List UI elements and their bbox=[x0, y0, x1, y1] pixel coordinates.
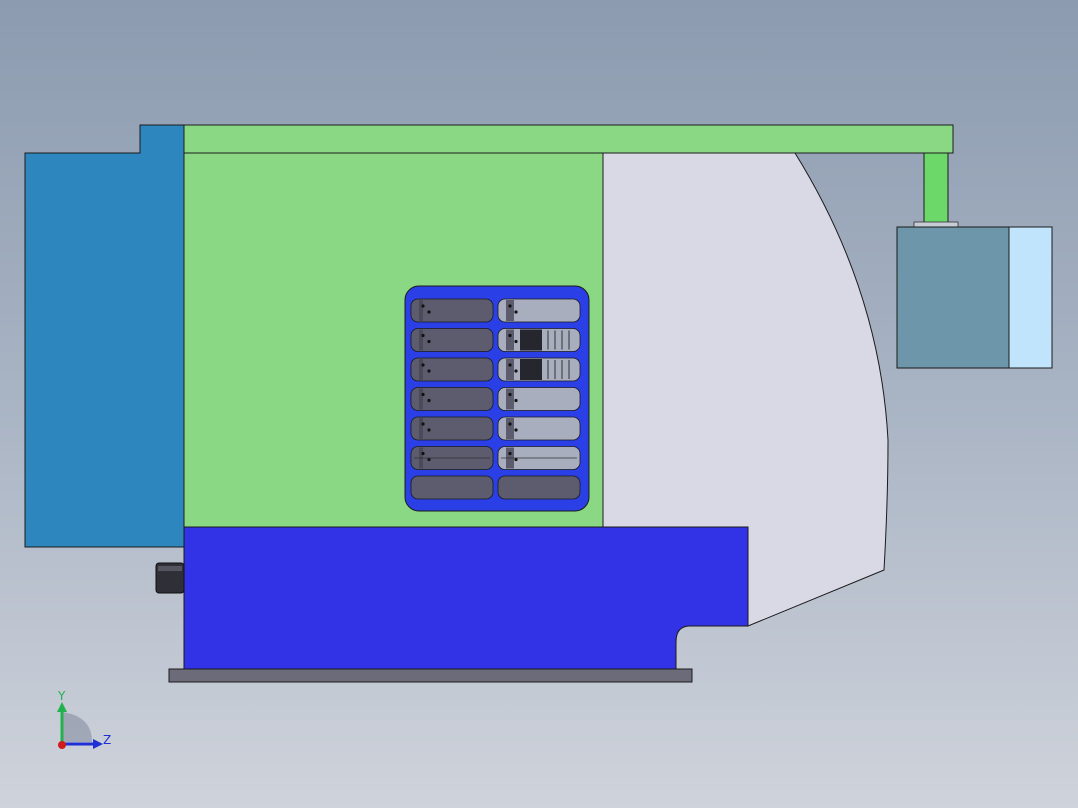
tool-screw bbox=[508, 392, 512, 397]
base-block[interactable] bbox=[183, 526, 749, 670]
side-port-highlight bbox=[158, 566, 182, 571]
tool-screw bbox=[421, 451, 425, 456]
z-axis-label: Z bbox=[103, 733, 111, 747]
tool-slot[interactable] bbox=[410, 475, 494, 500]
tool-slot[interactable] bbox=[497, 475, 581, 500]
tool-screw bbox=[427, 398, 431, 403]
tool-screw bbox=[514, 428, 518, 432]
y-axis-label: Y bbox=[57, 689, 66, 703]
tool-slot[interactable] bbox=[410, 416, 494, 441]
motor-body[interactable] bbox=[896, 226, 1010, 369]
cad-drawing: Y Z bbox=[24, 124, 1053, 749]
tool-body bbox=[520, 329, 542, 351]
motor-end-cap[interactable] bbox=[1008, 226, 1053, 369]
tool-screw bbox=[514, 339, 518, 344]
tool-holder bbox=[419, 359, 423, 380]
tool-screw bbox=[427, 428, 431, 432]
tool-body bbox=[520, 359, 542, 380]
tool-screw bbox=[421, 392, 425, 397]
motor-flange bbox=[913, 221, 959, 228]
tool-screw bbox=[421, 333, 425, 338]
tool-screw bbox=[427, 339, 431, 344]
top-plate[interactable] bbox=[183, 124, 954, 154]
tool-holder bbox=[506, 329, 514, 351]
triad-arc bbox=[62, 712, 92, 742]
tool-screw bbox=[421, 422, 425, 426]
tool-holder bbox=[506, 388, 514, 410]
tool-rack[interactable] bbox=[404, 285, 590, 512]
x-axis-dot bbox=[58, 741, 66, 749]
tool-holder bbox=[506, 418, 514, 439]
tool-screw bbox=[508, 333, 512, 338]
cad-viewport[interactable]: Y Z bbox=[0, 0, 1078, 808]
tool-slot[interactable] bbox=[410, 328, 494, 352]
tool-screw bbox=[514, 369, 518, 373]
tool-screw bbox=[514, 398, 518, 403]
tool-slot[interactable] bbox=[410, 357, 494, 382]
z-axis-arrowhead bbox=[93, 739, 103, 749]
tool-screw bbox=[508, 363, 512, 367]
tool-screw bbox=[508, 451, 512, 456]
tool-holder bbox=[419, 418, 423, 439]
tool-screw bbox=[514, 310, 518, 314]
tool-screw bbox=[427, 310, 431, 314]
tool-holder bbox=[419, 300, 423, 321]
tool-screw bbox=[427, 369, 431, 373]
tool-screw bbox=[508, 422, 512, 426]
tool-screw bbox=[421, 304, 425, 308]
coordinate-triad: Y Z bbox=[57, 689, 111, 749]
tool-slot[interactable] bbox=[410, 298, 494, 323]
tool-screw bbox=[508, 304, 512, 308]
tool-holder bbox=[419, 388, 423, 410]
y-axis-arrowhead bbox=[57, 702, 67, 712]
side-panel[interactable] bbox=[24, 124, 185, 548]
tool-screw bbox=[421, 363, 425, 367]
tool-slot[interactable] bbox=[410, 387, 494, 411]
motor-shaft[interactable] bbox=[923, 152, 949, 225]
tool-holder bbox=[419, 329, 423, 351]
tool-holder bbox=[506, 359, 514, 380]
tool-holder bbox=[506, 300, 514, 321]
base-plate[interactable] bbox=[168, 668, 693, 683]
